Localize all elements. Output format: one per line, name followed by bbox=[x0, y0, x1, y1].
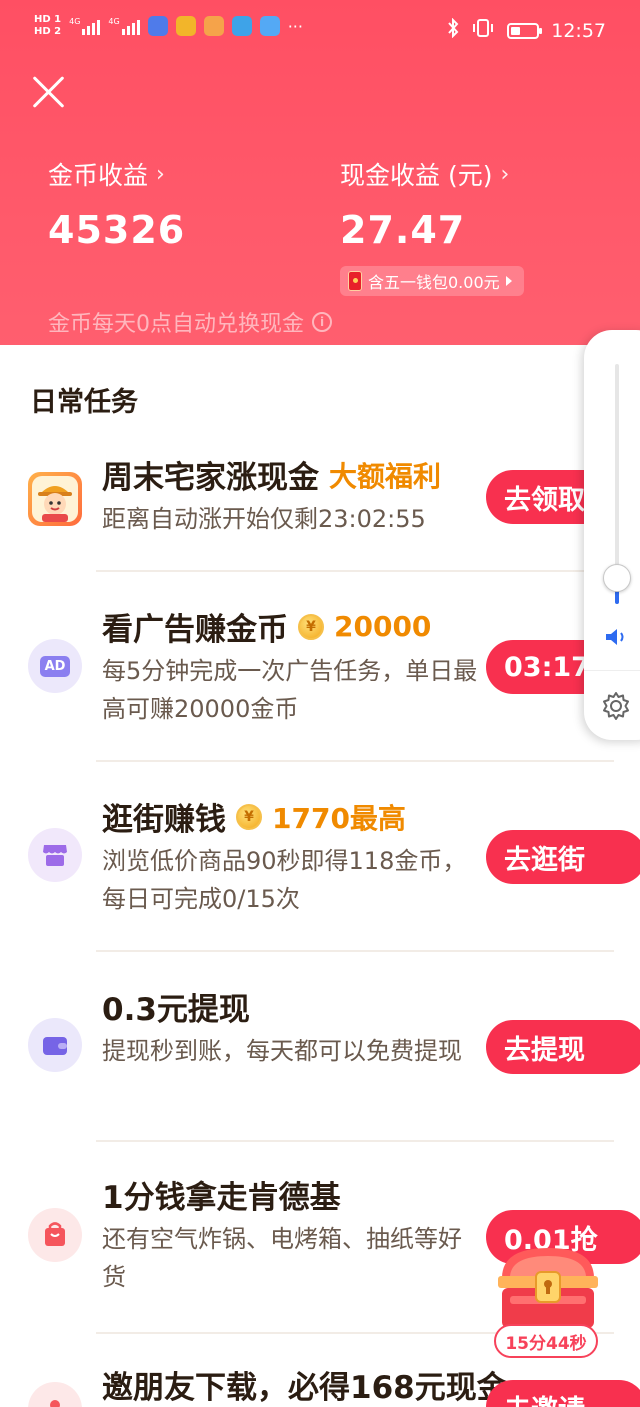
task-desc: 提现秒到账，每天都可以免费提现 bbox=[102, 1037, 462, 1065]
cash-earnings-value: 27.47 bbox=[340, 208, 466, 252]
volume-divider bbox=[584, 670, 640, 671]
info-icon[interactable]: i bbox=[312, 312, 332, 332]
settings-gear-icon[interactable] bbox=[600, 690, 632, 726]
bluetooth-icon bbox=[447, 17, 459, 43]
task-title-text: 周末宅家涨现金 bbox=[102, 460, 319, 496]
coin-earnings-label: 金币收益 bbox=[48, 161, 149, 190]
task-desc: 浏览低价商品90秒即得118金币，每日可完成0/15次 bbox=[102, 847, 467, 913]
exchange-note-text: 金币每天0点自动兑换现金 bbox=[48, 312, 304, 337]
shop-icon bbox=[28, 828, 82, 882]
task-tag: 大额福利 bbox=[329, 459, 442, 493]
divider bbox=[96, 1140, 614, 1142]
network-type: 4G bbox=[69, 17, 81, 26]
sim1-label: HD 1 bbox=[34, 14, 62, 25]
status-bar: HD 1 HD 2 4G 4G ··· 12:57 bbox=[0, 0, 640, 64]
invite-button[interactable]: 去邀请 bbox=[486, 1380, 640, 1407]
volume-slider-handle[interactable] bbox=[603, 564, 631, 592]
ad-icon: AD bbox=[28, 639, 82, 693]
go-shopping-button[interactable]: 去逛街 bbox=[486, 830, 640, 884]
chevron-right-icon: › bbox=[156, 161, 165, 187]
task-title-text: 0.3元提现 bbox=[102, 992, 250, 1028]
task-tag: 20000 bbox=[334, 610, 432, 643]
divider bbox=[96, 760, 614, 762]
weekend-character-icon bbox=[28, 472, 82, 526]
divider bbox=[96, 570, 614, 572]
cash-earnings-link[interactable]: 现金收益 (元) › bbox=[340, 156, 509, 192]
vibrate-icon bbox=[471, 18, 495, 43]
cloud-app-icon bbox=[259, 16, 280, 36]
red-packet-icon bbox=[348, 271, 362, 291]
task-desc: 每5分钟完成一次广告任务，单日最高可赚20000金币 bbox=[102, 657, 478, 723]
task-title: 逛街赚钱 ¥ 1770最高 bbox=[102, 794, 406, 839]
signal-icon-2: 4G bbox=[108, 17, 140, 35]
clock: 12:57 bbox=[551, 19, 606, 42]
exchange-note: 金币每天0点自动兑换现金 i bbox=[48, 306, 332, 338]
notes-app-icon bbox=[175, 16, 196, 36]
sim-labels: HD 1 HD 2 bbox=[34, 14, 61, 38]
more-notifications: ··· bbox=[287, 16, 303, 36]
chevron-right-icon: › bbox=[500, 161, 510, 187]
wallet-chip-label: 含五一钱包0.00元 bbox=[368, 273, 500, 292]
cash-earnings-label: 现金收益 (元) bbox=[340, 161, 493, 190]
section-title: 日常任务 bbox=[30, 387, 138, 418]
ad-icon-label: AD bbox=[39, 655, 71, 677]
volume-panel bbox=[584, 330, 640, 740]
signal-icon: 4G bbox=[69, 17, 101, 35]
status-left: HD 1 HD 2 4G 4G ··· bbox=[34, 14, 303, 38]
speaker-icon[interactable] bbox=[604, 626, 630, 652]
status-right: 12:57 bbox=[447, 17, 606, 43]
task-title: 周末宅家涨现金 大额福利 bbox=[102, 452, 441, 497]
task-desc: 还有空气炸锅、电烤箱、抽纸等好货 bbox=[102, 1225, 462, 1291]
task-title: 0.3元提现 bbox=[102, 984, 250, 1029]
task-desc: 距离自动涨开始仅剩23:02:55 bbox=[102, 505, 426, 533]
health-app-icon bbox=[203, 16, 224, 36]
task-title-text: 看广告赚金币 bbox=[102, 612, 288, 648]
wallet-icon bbox=[28, 1018, 82, 1072]
wallet-chip[interactable]: 含五一钱包0.00元 bbox=[340, 266, 524, 296]
task-title-text: 1分钱拿走肯德基 bbox=[102, 1180, 341, 1216]
chest-timer: 15分44秒 bbox=[494, 1324, 598, 1358]
withdraw-button[interactable]: 去提现 bbox=[486, 1020, 640, 1074]
task-title-text: 逛街赚钱 bbox=[102, 802, 226, 838]
shopping-bag-icon bbox=[28, 1208, 82, 1262]
task-title: 邀朋友下载，必得168元现金 bbox=[102, 1362, 508, 1407]
weather-app-icon bbox=[231, 16, 252, 36]
task-tag: 1770最高 bbox=[272, 801, 406, 835]
task-title-text: 邀朋友下载，必得168元现金 bbox=[102, 1370, 508, 1406]
coin-earnings-value: 45326 bbox=[48, 208, 186, 252]
music-app-icon bbox=[147, 16, 168, 36]
coin-icon: ¥ bbox=[298, 613, 324, 640]
battery-icon bbox=[507, 22, 543, 39]
triangle-right-icon bbox=[505, 276, 512, 286]
divider bbox=[96, 950, 614, 952]
sim2-label: HD 2 bbox=[34, 26, 62, 37]
task-title: 看广告赚金币 ¥ 20000 bbox=[102, 604, 431, 649]
coin-earnings-link[interactable]: 金币收益 › bbox=[48, 156, 165, 192]
coin-icon: ¥ bbox=[236, 803, 262, 830]
task-title: 1分钱拿走肯德基 bbox=[102, 1172, 341, 1217]
network-type-2: 4G bbox=[108, 17, 120, 26]
close-button[interactable] bbox=[30, 74, 66, 110]
